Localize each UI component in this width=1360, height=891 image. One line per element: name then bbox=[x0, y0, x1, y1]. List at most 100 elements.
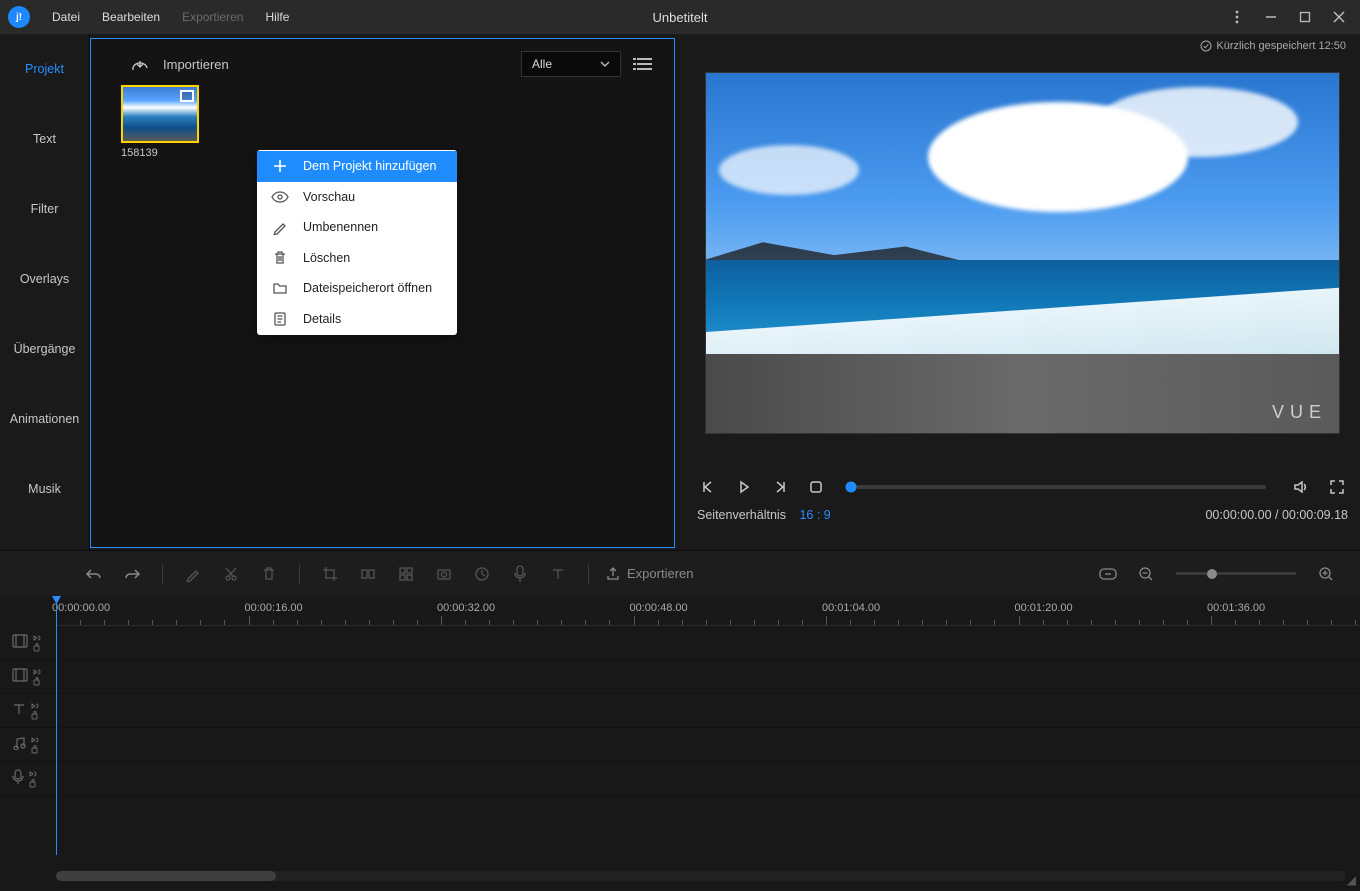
fit-timeline-icon[interactable] bbox=[1094, 560, 1122, 588]
stop-button[interactable] bbox=[805, 476, 827, 498]
zoom-in-button[interactable] bbox=[1312, 560, 1340, 588]
side-tab-transitions[interactable]: Übergänge bbox=[0, 314, 89, 384]
menu-file[interactable]: Datei bbox=[42, 6, 90, 28]
zoom-slider-thumb[interactable] bbox=[1207, 569, 1217, 579]
timeline-track[interactable] bbox=[0, 660, 1360, 694]
chevron-down-icon bbox=[600, 61, 610, 67]
undo-button[interactable] bbox=[80, 560, 108, 588]
fullscreen-button[interactable] bbox=[1326, 476, 1348, 498]
ruler-label: 00:00:32.00 bbox=[437, 602, 495, 614]
timeline-track[interactable] bbox=[0, 728, 1360, 762]
context-menu-item[interactable]: Vorschau bbox=[257, 182, 457, 213]
seek-slider[interactable] bbox=[851, 485, 1266, 489]
filter-selected-label: Alle bbox=[532, 57, 552, 71]
track-head[interactable] bbox=[0, 634, 56, 652]
export-icon bbox=[605, 566, 621, 582]
edit-tool-icon[interactable] bbox=[179, 560, 207, 588]
resize-grip-icon[interactable]: ◢ bbox=[1347, 873, 1356, 887]
ruler-label: 00:00:16.00 bbox=[245, 602, 303, 614]
ruler-label: 00:01:36.00 bbox=[1207, 602, 1265, 614]
kebab-icon[interactable] bbox=[1224, 4, 1250, 30]
track-head[interactable] bbox=[0, 668, 56, 686]
track-mute-lock-icons[interactable] bbox=[30, 736, 40, 754]
trash-icon bbox=[271, 250, 289, 266]
context-menu-label: Details bbox=[303, 312, 341, 326]
media-filter-select[interactable]: Alle bbox=[521, 51, 621, 77]
aspect-label: Seitenverhältnis bbox=[697, 508, 786, 522]
close-button[interactable] bbox=[1326, 4, 1352, 30]
zoom-slider[interactable] bbox=[1176, 572, 1296, 575]
track-mute-lock-icons[interactable] bbox=[32, 634, 42, 652]
context-menu-label: Dateispeicherort öffnen bbox=[303, 281, 432, 295]
split-tool-icon[interactable] bbox=[354, 560, 382, 588]
timeline-track[interactable] bbox=[0, 762, 1360, 796]
window-title: Unbetitelt bbox=[653, 10, 708, 25]
playhead[interactable] bbox=[56, 596, 57, 855]
maximize-button[interactable] bbox=[1292, 4, 1318, 30]
track-type-icon bbox=[12, 736, 26, 753]
volume-button[interactable] bbox=[1290, 476, 1312, 498]
preview-video[interactable]: VUE bbox=[705, 72, 1340, 434]
timeline[interactable]: 00:00:00.0000:00:16.0000:00:32.0000:00:4… bbox=[0, 596, 1360, 891]
speed-tool-icon[interactable] bbox=[468, 560, 496, 588]
timeline-ruler[interactable]: 00:00:00.0000:00:16.0000:00:32.0000:00:4… bbox=[56, 596, 1360, 626]
context-menu-label: Löschen bbox=[303, 251, 350, 265]
voiceover-tool-icon[interactable] bbox=[506, 560, 534, 588]
ruler-label: 00:01:20.00 bbox=[1015, 602, 1073, 614]
timeline-track[interactable] bbox=[0, 626, 1360, 660]
next-frame-button[interactable] bbox=[769, 476, 791, 498]
timeline-track[interactable] bbox=[0, 694, 1360, 728]
timeline-scrollbar-thumb[interactable] bbox=[56, 871, 276, 881]
context-menu-item[interactable]: Löschen bbox=[257, 243, 457, 274]
redo-button[interactable] bbox=[118, 560, 146, 588]
track-head[interactable] bbox=[0, 769, 56, 788]
media-panel: Importieren Alle 158139 Dem Projekt hinz… bbox=[90, 38, 675, 548]
context-menu-item[interactable]: Umbenennen bbox=[257, 212, 457, 243]
export-button[interactable]: Exportieren bbox=[605, 566, 693, 582]
side-tab-music[interactable]: Musik bbox=[0, 454, 89, 524]
play-button[interactable] bbox=[733, 476, 755, 498]
media-item[interactable]: 158139 bbox=[121, 85, 201, 159]
track-type-icon bbox=[12, 769, 24, 788]
seek-thumb[interactable] bbox=[846, 482, 857, 493]
side-tab-overlays[interactable]: Overlays bbox=[0, 244, 89, 314]
track-head[interactable] bbox=[0, 736, 56, 754]
menu-export[interactable]: Exportieren bbox=[172, 6, 253, 28]
minimize-button[interactable] bbox=[1258, 4, 1284, 30]
snapshot-tool-icon[interactable] bbox=[430, 560, 458, 588]
list-view-icon[interactable] bbox=[635, 54, 654, 74]
prev-frame-button[interactable] bbox=[697, 476, 719, 498]
track-type-icon bbox=[12, 702, 26, 719]
track-mute-lock-icons[interactable] bbox=[30, 702, 40, 720]
menu-edit[interactable]: Bearbeiten bbox=[92, 6, 170, 28]
context-menu: Dem Projekt hinzufügenVorschauUmbenennen… bbox=[257, 150, 457, 335]
media-thumbnail[interactable] bbox=[121, 85, 199, 143]
timeline-scrollbar[interactable] bbox=[56, 871, 1346, 881]
context-menu-item[interactable]: Dem Projekt hinzufügen bbox=[257, 151, 457, 182]
context-menu-item[interactable]: Dateispeicherort öffnen bbox=[257, 273, 457, 304]
aspect-ratio-value[interactable]: 16 : 9 bbox=[799, 508, 830, 522]
text-tool-icon[interactable] bbox=[544, 560, 572, 588]
grid-tool-icon[interactable] bbox=[392, 560, 420, 588]
cut-tool-icon[interactable] bbox=[217, 560, 245, 588]
import-icon[interactable] bbox=[131, 56, 149, 72]
track-type-icon bbox=[12, 668, 28, 685]
crop-tool-icon[interactable] bbox=[316, 560, 344, 588]
track-mute-lock-icons[interactable] bbox=[28, 770, 38, 788]
ruler-label: 00:00:00.00 bbox=[52, 602, 110, 614]
import-label[interactable]: Importieren bbox=[163, 57, 229, 72]
preview-panel: Kürzlich gespeichert 12:50 VUE bbox=[677, 34, 1360, 550]
eye-icon bbox=[271, 191, 289, 203]
context-menu-item[interactable]: Details bbox=[257, 304, 457, 335]
video-badge-icon bbox=[180, 90, 194, 102]
delete-tool-icon[interactable] bbox=[255, 560, 283, 588]
side-tab-animations[interactable]: Animationen bbox=[0, 384, 89, 454]
titlebar: j! Datei Bearbeiten Exportieren Hilfe Un… bbox=[0, 0, 1360, 34]
side-tab-project[interactable]: Projekt bbox=[0, 34, 89, 104]
menu-help[interactable]: Hilfe bbox=[255, 6, 299, 28]
track-head[interactable] bbox=[0, 702, 56, 720]
zoom-out-button[interactable] bbox=[1132, 560, 1160, 588]
side-tab-text[interactable]: Text bbox=[0, 104, 89, 174]
side-tab-filter[interactable]: Filter bbox=[0, 174, 89, 244]
track-mute-lock-icons[interactable] bbox=[32, 668, 42, 686]
